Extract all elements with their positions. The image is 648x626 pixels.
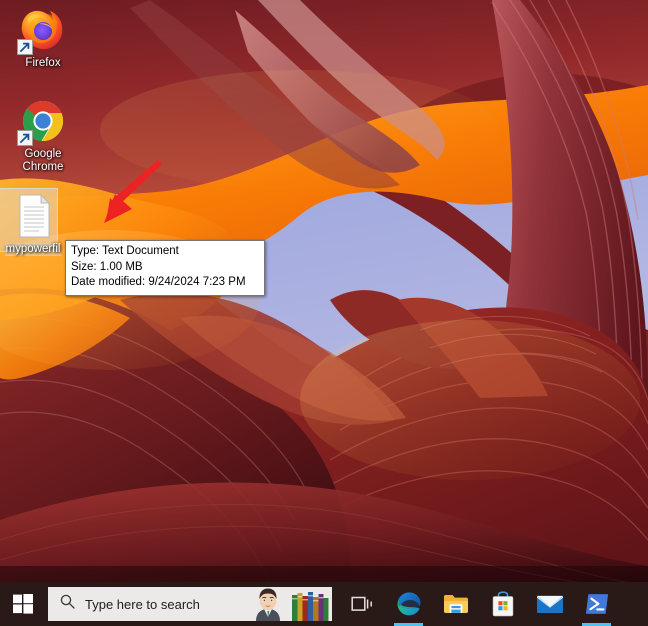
taskbar-button-mail[interactable] <box>526 582 573 626</box>
tooltip-type-line: Type: Text Document <box>71 245 179 257</box>
shortcut-arrow-icon <box>17 39 33 55</box>
task-view-icon <box>350 596 372 611</box>
start-button[interactable] <box>0 582 46 626</box>
file-info-tooltip: Type: Text Document Size: 1.00 MB Date m… <box>65 240 265 296</box>
taskbar-button-task-view[interactable] <box>338 582 385 626</box>
mail-icon <box>536 595 563 613</box>
file-explorer-icon <box>443 595 468 613</box>
desktop-icon-google-chrome[interactable]: Google Chrome <box>6 97 80 174</box>
microsoft-store-icon <box>492 591 513 617</box>
desktop-wallpaper <box>0 0 648 626</box>
desktop-icon-label-text: mypowerfil <box>4 243 62 256</box>
taskbar-button-file-explorer[interactable] <box>432 582 479 626</box>
text-document-icon <box>9 192 57 240</box>
firefox-icon <box>17 6 67 55</box>
desktop-icon-label: Google Chrome <box>22 148 64 173</box>
desktop[interactable]: Firefox Google Chrome mypowerfil Type: T… <box>0 0 648 626</box>
tooltip-date-line: Date modified: 9/24/2024 7:23 PM <box>71 276 246 288</box>
taskbar[interactable]: Type here to search <box>0 582 648 626</box>
desktop-icon-label: Firefox <box>25 57 61 69</box>
desktop-icon-firefox[interactable]: Firefox <box>6 6 80 70</box>
shortcut-arrow-icon <box>17 130 33 146</box>
desktop-icon-mypowerfile[interactable]: mypowerfil <box>0 188 70 256</box>
microsoft-edge-icon <box>397 592 421 616</box>
windows-logo-icon <box>13 594 33 614</box>
taskbar-button-powershell[interactable] <box>573 582 620 626</box>
google-chrome-icon <box>17 97 67 146</box>
person-with-books-illustration <box>256 588 329 621</box>
powershell-icon <box>585 594 608 614</box>
taskbar-button-microsoft-edge[interactable] <box>385 582 432 626</box>
taskbar-buttons[interactable] <box>338 582 620 626</box>
search-box[interactable]: Type here to search <box>48 587 332 621</box>
taskbar-button-microsoft-store[interactable] <box>479 582 526 626</box>
search-icon <box>60 594 75 614</box>
tooltip-size-line: Size: 1.00 MB <box>71 260 143 273</box>
desktop-icon-label: mypowerfil <box>0 243 70 256</box>
